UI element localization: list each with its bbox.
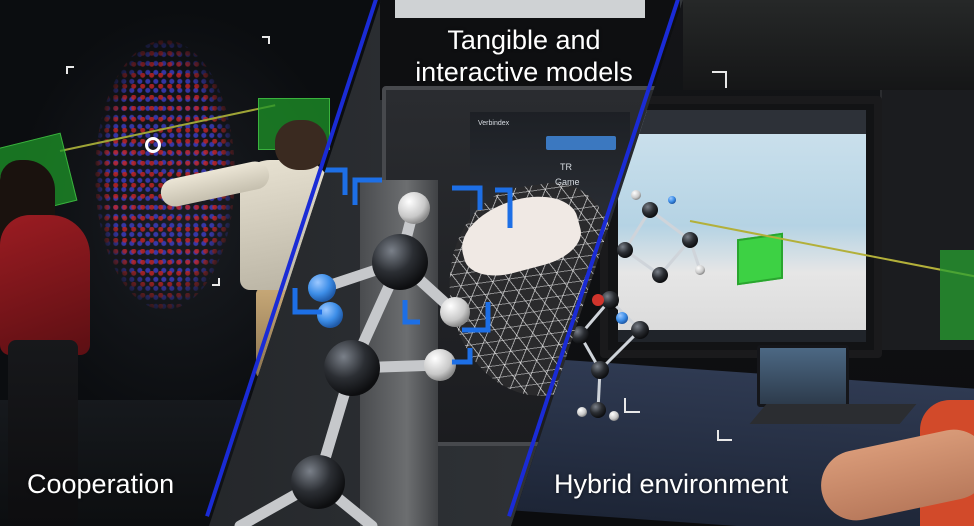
caption-tangible-line1: Tangible and [447,25,601,55]
caption-cooperation: Cooperation [27,469,175,499]
highlighted-atom [317,302,343,328]
caption-tangible-line2: interactive models [415,57,633,87]
frame-corner [712,71,727,88]
frame-corner [624,398,640,413]
carbon-atom [324,340,380,396]
frame-corner [717,430,732,441]
caption-tangible-models: Tangible and interactive models [389,24,659,88]
screen-game-label: Game [555,177,580,187]
selection-bracket [352,177,382,205]
selection-bracket [452,348,473,365]
hydrogen-atom [440,297,470,327]
selection-bracket [495,187,513,228]
hydrogen-atom [424,349,456,381]
selection-bracket [322,167,348,195]
highlighted-atom [308,274,336,302]
carbon-atom [291,455,345,509]
screen-app-label: Verbindex [478,120,510,127]
carbon-atom [372,234,428,290]
tangible-molecule-model [234,167,513,526]
hydrogen-atom [398,192,430,224]
caption-hybrid-environment: Hybrid environment [554,469,789,499]
selection-bracket [402,300,420,325]
screen-tr-label: TR [560,162,572,172]
selection-bracket [452,185,483,210]
